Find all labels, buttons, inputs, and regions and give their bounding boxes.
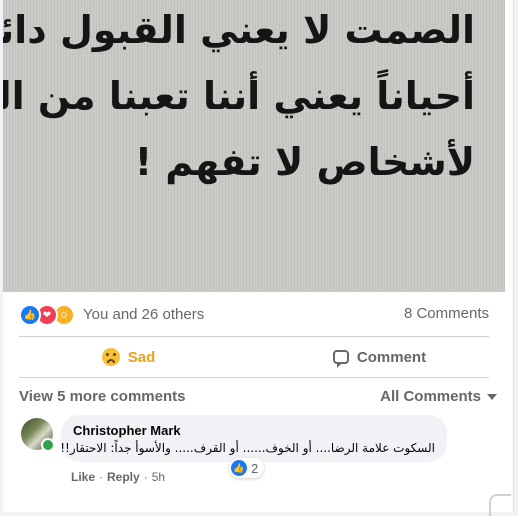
sad-label: Sad <box>127 348 156 366</box>
comments-count[interactable]: 8 Comments <box>404 305 489 322</box>
comment-actions: Like · Reply · 5h <box>71 470 165 484</box>
online-status-dot <box>41 438 55 452</box>
quote-line-2: أحياناً يعني أننا تعبنا من التفسير <box>3 74 475 118</box>
comment-icon <box>332 350 349 368</box>
quote-line-3: لأشخاص لا تفهم ! <box>134 140 475 184</box>
separator: · <box>99 470 104 484</box>
comment-reply-link[interactable]: Reply <box>107 470 140 484</box>
reactions-summary-row: 👍 ❤ ☺ You and 26 others 8 Comments <box>3 292 505 336</box>
comment-reactions[interactable]: 👍 2 <box>229 458 265 478</box>
view-more-comments-link[interactable]: View 5 more comments <box>19 388 185 405</box>
post-card: الصمت لا يعني القبول دائماً أحياناً يعني… <box>3 0 514 516</box>
reaction-icons[interactable]: 👍 ❤ ☺ <box>19 304 75 326</box>
comment-text: السكوت علامة الرضا.... أو الخوف...... أو… <box>60 441 435 455</box>
divider <box>19 377 489 378</box>
post-actions: Sad Comment <box>3 337 505 377</box>
reply-thread-line <box>489 494 511 516</box>
reaction-count[interactable]: You and 26 others <box>83 306 204 323</box>
sad-reaction-button[interactable]: Sad <box>3 337 254 377</box>
comment-time[interactable]: 5h <box>152 470 165 484</box>
comment-like-link[interactable]: Like <box>71 470 95 484</box>
quote-line-1: الصمت لا يعني القبول دائماً <box>3 8 475 52</box>
like-icon: 👍 <box>231 460 247 476</box>
comment-reaction-count: 2 <box>251 460 259 476</box>
caret-down-icon <box>487 393 497 400</box>
comment-filter-dropdown[interactable]: All Comments <box>380 388 497 405</box>
comment-bubble: Christopher Mark السكوت علامة الرضا.... … <box>60 415 447 462</box>
comment-filter-label: All Comments <box>380 388 481 405</box>
comment-author[interactable]: Christopher Mark <box>73 423 181 438</box>
commenter-avatar[interactable] <box>21 418 55 452</box>
separator: · <box>143 470 148 484</box>
post-image[interactable]: الصمت لا يعني القبول دائماً أحياناً يعني… <box>3 0 505 292</box>
like-icon: 👍 <box>19 304 41 326</box>
comment-button[interactable]: Comment <box>254 337 505 377</box>
sad-icon <box>101 348 120 366</box>
comment-label: Comment <box>356 348 427 366</box>
